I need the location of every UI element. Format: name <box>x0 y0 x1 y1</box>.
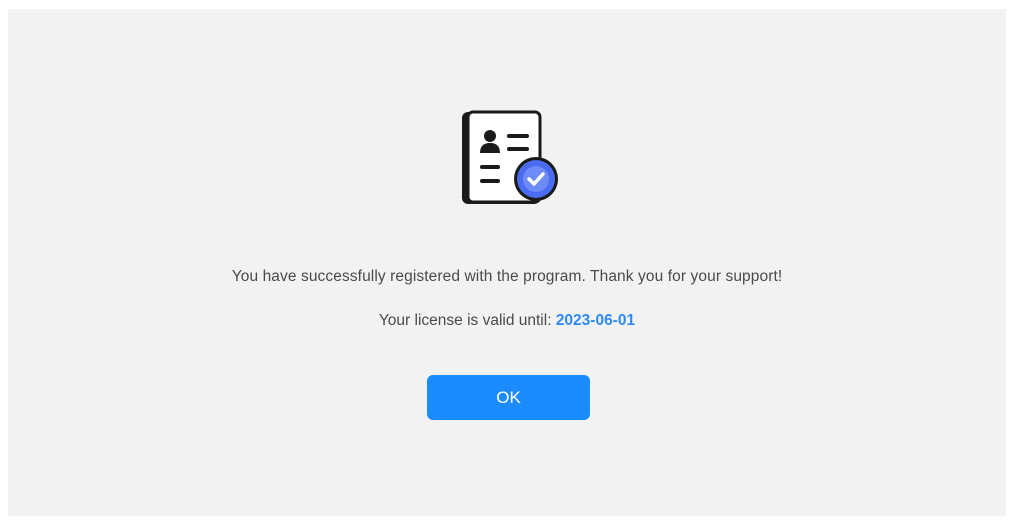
success-message: You have successfully registered with th… <box>231 268 783 285</box>
license-label: Your license is valid until: <box>378 312 556 329</box>
registration-success-dialog: You have successfully registered with th… <box>8 9 1006 516</box>
license-date: 2023-06-01 <box>555 312 636 329</box>
license-validity: Your license is valid until: 2023-06-01 <box>8 312 1006 330</box>
ok-button[interactable]: OK <box>427 375 590 420</box>
registration-card-check-icon <box>460 109 570 219</box>
